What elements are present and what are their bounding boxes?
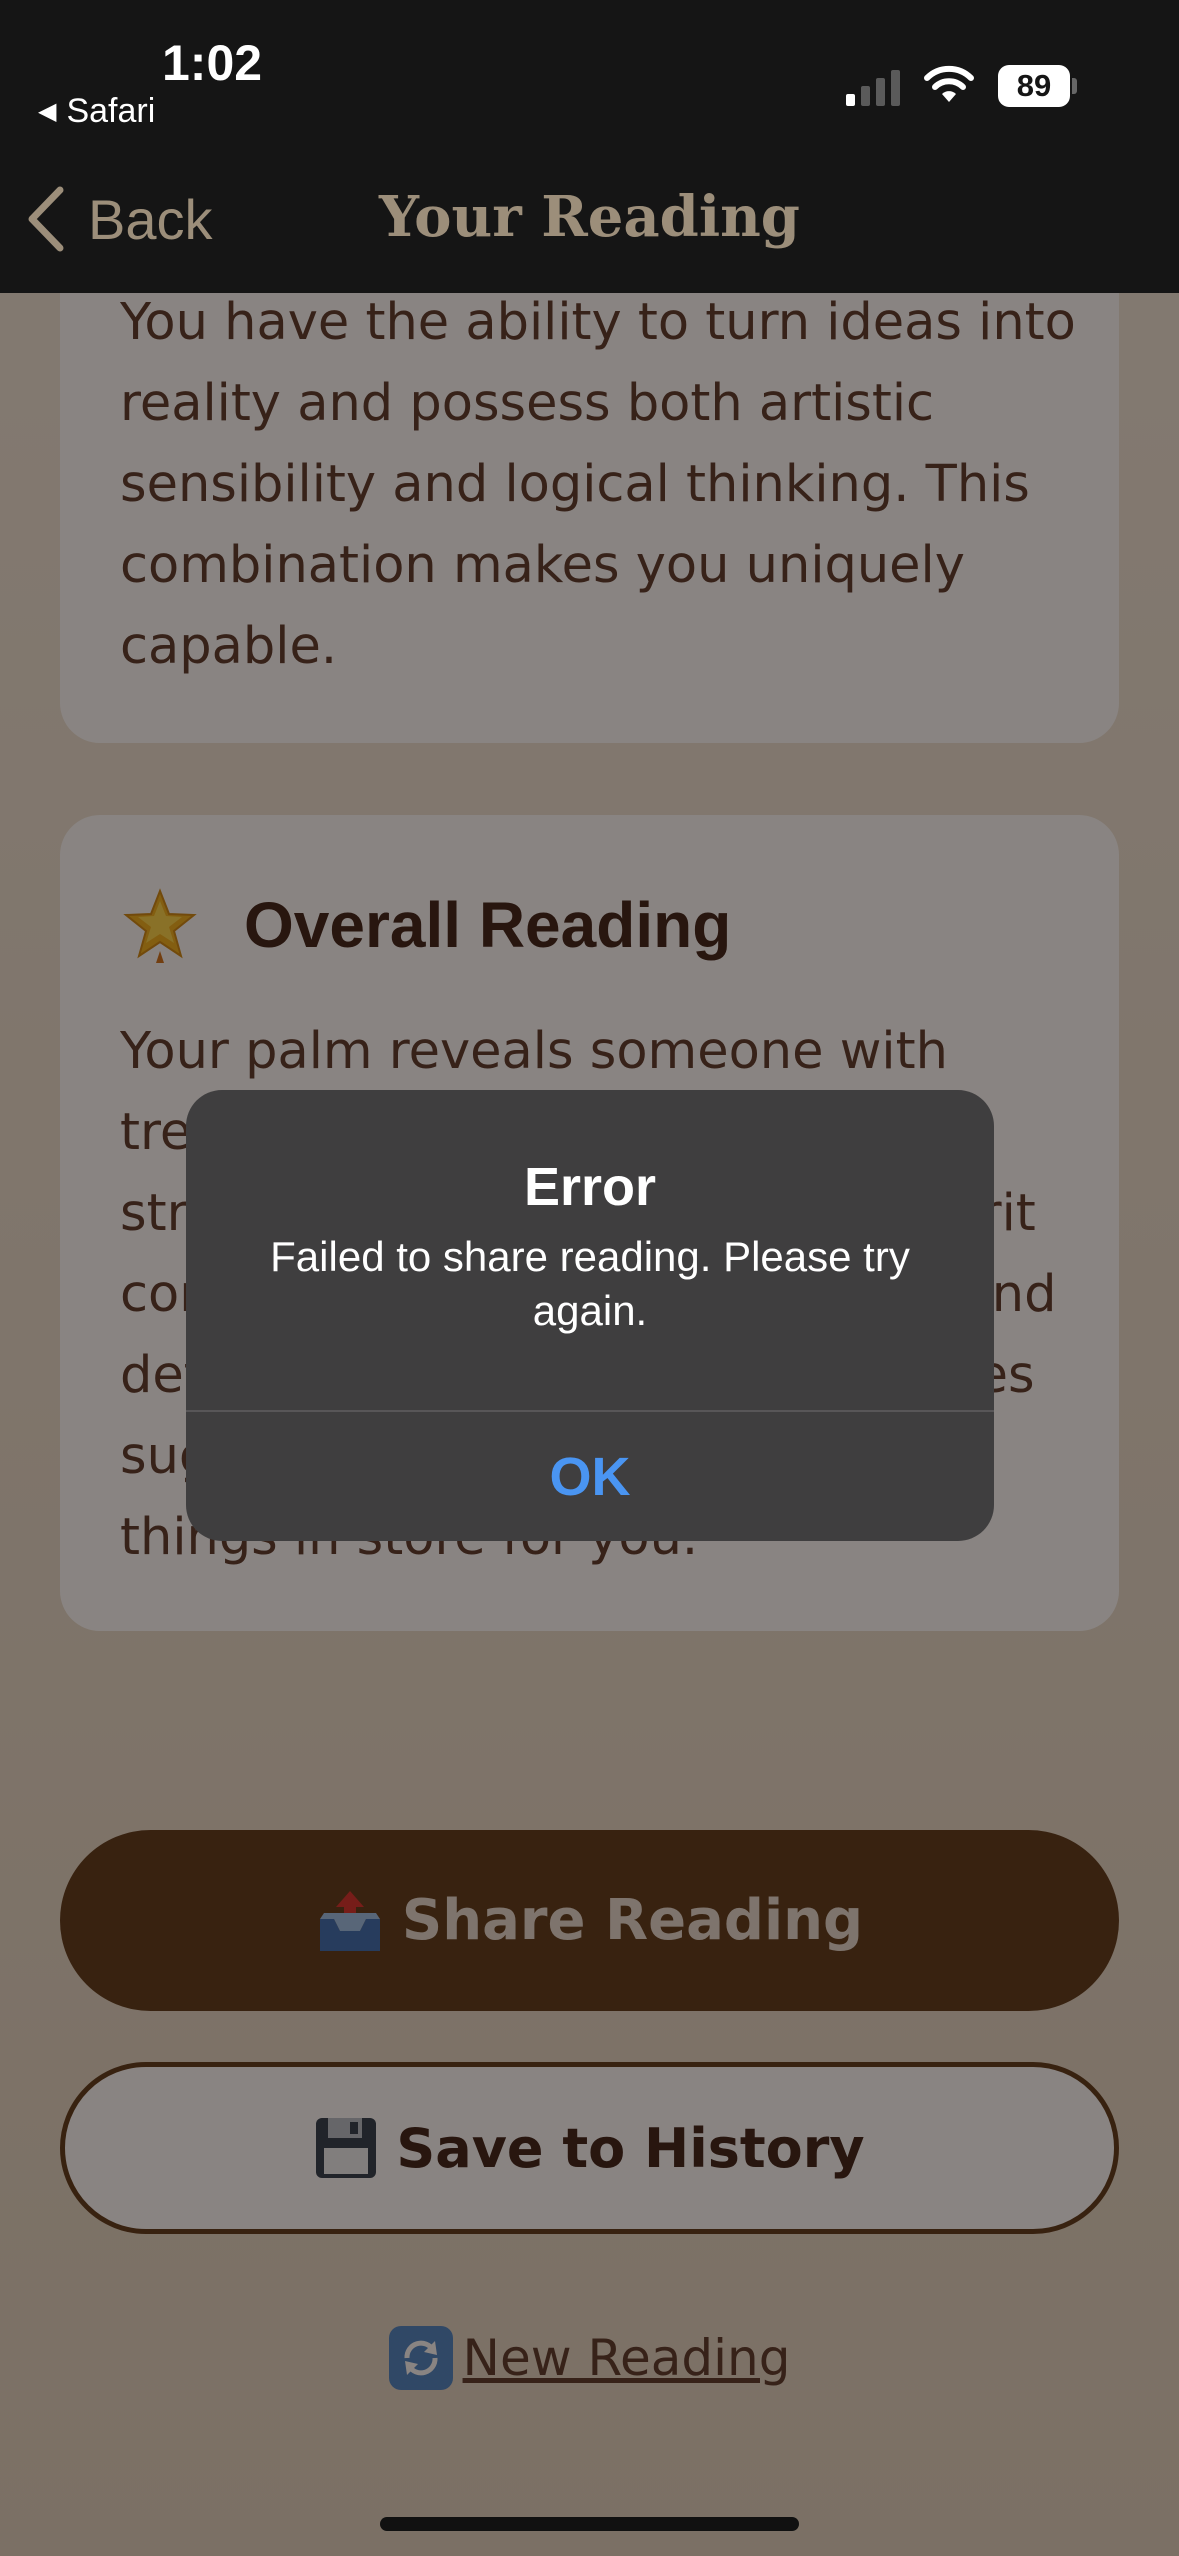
- alert-ok-button[interactable]: OK: [186, 1412, 994, 1541]
- battery-level: 89: [1016, 68, 1052, 103]
- back-triangle-icon: ◀: [38, 98, 57, 125]
- back-to-app-link[interactable]: ◀ Safari: [38, 92, 155, 131]
- cellular-signal-icon: [846, 66, 900, 106]
- back-app-label: Safari: [66, 92, 156, 130]
- error-alert-dialog: Error Failed to share reading. Please tr…: [186, 1090, 994, 1541]
- alert-title: Error: [523, 1157, 657, 1217]
- alert-message: Failed to share reading. Please try agai…: [270, 1233, 910, 1334]
- page-title: Your Reading: [379, 184, 800, 250]
- battery-icon: 89: [998, 65, 1070, 107]
- top-bar: 1:02 ◀ Safari 89 Back Your Reading: [0, 0, 1179, 293]
- home-indicator[interactable]: [380, 2517, 799, 2531]
- wifi-icon: [924, 65, 974, 102]
- battery-cap: [1072, 78, 1077, 94]
- status-time: 1:02: [162, 35, 263, 91]
